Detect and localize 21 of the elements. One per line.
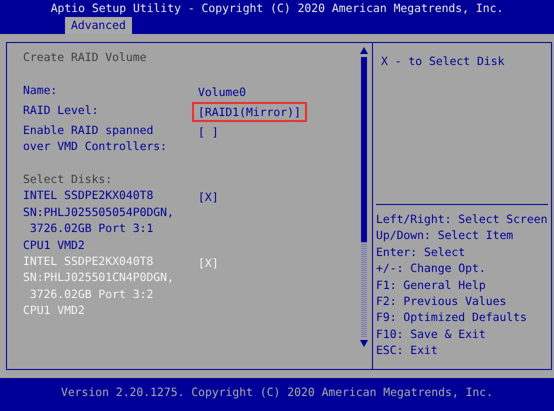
scrollbar-thumb[interactable] <box>361 57 367 242</box>
key-hint: ESC: Exit <box>376 342 439 359</box>
page-heading: Create RAID Volume <box>23 49 146 66</box>
menu-tab[interactable]: Advanced <box>65 17 132 34</box>
key-hint: F9: Optimized Defaults <box>376 309 528 326</box>
key-hint: F1: General Help <box>376 276 487 294</box>
help-text: X - to Select Disk <box>376 43 548 205</box>
scroll-down-icon[interactable] <box>360 340 368 347</box>
key-hint: Left/Right: Select Screen <box>376 211 548 228</box>
key-hint: Enter: Select <box>376 244 466 260</box>
highlighted-setting-value[interactable]: [RAID1(Mirror)] <box>192 102 307 122</box>
key-hint: +/-: Change Opt. <box>376 260 487 277</box>
setting-label[interactable]: 3726.02GB Port 3:1 <box>23 220 196 237</box>
key-hint: F10: Save & Exit <box>376 326 487 342</box>
window-title: Aptio Setup Utility - Copyright (C) 2020 American Megatrends, Inc. <box>50 0 504 17</box>
scroll-up-icon[interactable] <box>360 47 368 54</box>
version-text: Version 2.20.1275. Copyright (C) 2020 American Megatrends, Inc. <box>60 384 494 401</box>
key-hint: Up/Down: Select Item <box>376 227 514 244</box>
section-heading: Select Disks: <box>23 171 112 188</box>
setting-label[interactable]: CPU1 VMD2 <box>23 236 196 254</box>
key-hint: F2: Previous Values <box>376 293 508 310</box>
